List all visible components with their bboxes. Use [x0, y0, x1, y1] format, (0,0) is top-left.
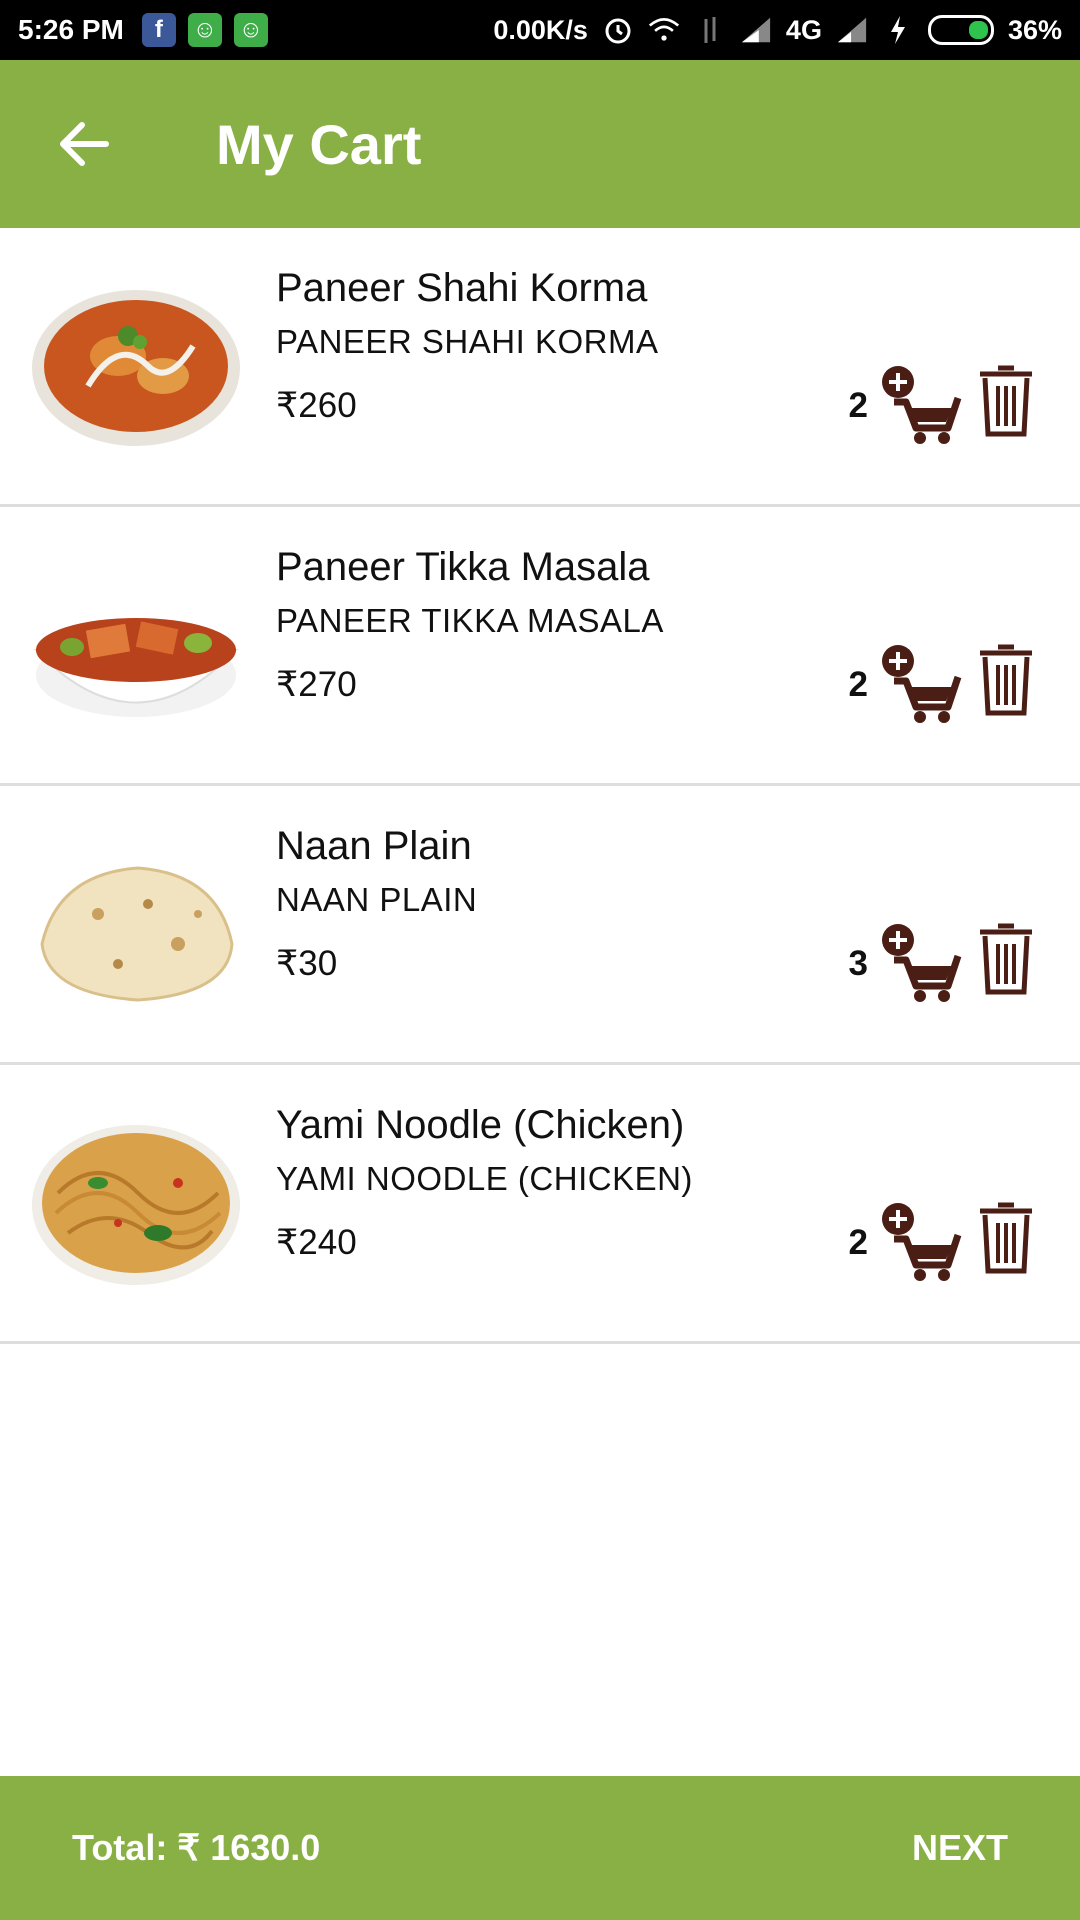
app-bar: My Cart	[0, 60, 1080, 228]
item-price: ₹260	[276, 386, 357, 425]
cart-plus-icon	[882, 924, 962, 1002]
status-bar: 5:26 PM f ☺ ☺ 0.00K/s 4G 36%	[0, 0, 1080, 60]
trash-icon	[980, 923, 1032, 995]
facebook-icon: f	[141, 13, 176, 47]
status-time: 5:26 PM	[18, 14, 124, 45]
add-to-cart-button[interactable]	[880, 1201, 964, 1283]
checkout-bar: Total: ₹ 1630.0 NEXT	[0, 1776, 1080, 1920]
wifi-icon	[648, 14, 680, 46]
battery-icon	[927, 15, 994, 45]
item-name: Naan Plain	[276, 824, 472, 868]
next-button[interactable]: NEXT	[912, 1827, 1008, 1869]
cart-plus-icon	[882, 366, 962, 444]
cart-item: Naan Plain NAAN PLAIN ₹30 3	[0, 786, 1080, 1065]
item-name: Yami Noodle (Chicken)	[276, 1103, 685, 1147]
delete-item-button[interactable]	[976, 364, 1036, 440]
network-speed: 0.00K/s	[493, 14, 588, 45]
cart-plus-icon	[882, 1203, 962, 1281]
yami-noodle-image	[28, 1113, 244, 1289]
network-type: 4G	[785, 14, 822, 45]
add-to-cart-button[interactable]	[880, 643, 964, 725]
add-to-cart-button[interactable]	[880, 922, 964, 1004]
app-bot-icon: ☺	[233, 13, 268, 47]
delete-item-button[interactable]	[976, 1201, 1036, 1277]
trash-icon	[980, 1202, 1032, 1274]
trash-icon	[980, 644, 1032, 716]
delete-item-button[interactable]	[976, 643, 1036, 719]
signal-icon	[836, 14, 868, 46]
alarm-icon	[602, 14, 634, 46]
item-quantity: 2	[848, 386, 868, 425]
delete-item-button[interactable]	[976, 922, 1036, 998]
item-subtitle: YAMI NOODLE (CHICKEN)	[276, 1160, 693, 1197]
signal-icon	[740, 14, 772, 46]
item-name: Paneer Shahi Korma	[276, 266, 648, 310]
back-button[interactable]	[24, 84, 144, 204]
status-right: 0.00K/s 4G 36%	[493, 14, 1062, 46]
item-price: ₹270	[276, 665, 357, 704]
app-bot-icon: ☺	[187, 13, 222, 47]
naan-plain-image	[28, 834, 244, 1010]
item-subtitle: NAAN PLAIN	[276, 881, 478, 918]
cart-item: Paneer Shahi Korma PANEER SHAHI KORMA ₹2…	[0, 228, 1080, 507]
arrow-left-icon	[60, 122, 109, 166]
paneer-tikka-masala-image	[28, 555, 244, 731]
item-quantity: 2	[848, 665, 868, 704]
cart-list: Paneer Shahi Korma PANEER SHAHI KORMA ₹2…	[0, 228, 1080, 1344]
item-quantity: 2	[848, 1223, 868, 1262]
battery-level: 36%	[1007, 14, 1062, 45]
item-price: ₹30	[276, 944, 338, 983]
cart-plus-icon	[882, 645, 962, 723]
item-price: ₹240	[276, 1223, 357, 1262]
trash-icon	[980, 365, 1032, 437]
item-subtitle: PANEER SHAHI KORMA	[276, 323, 659, 360]
item-subtitle: PANEER TIKKA MASALA	[276, 602, 664, 639]
cart-total: Total: ₹ 1630.0	[72, 1827, 321, 1868]
notification-icons: f ☺ ☺	[141, 13, 268, 47]
cart-item: Paneer Tikka Masala PANEER TIKKA MASALA …	[0, 507, 1080, 786]
charging-icon	[882, 14, 914, 46]
item-quantity: 3	[848, 944, 868, 983]
data-arrows-icon	[694, 14, 726, 46]
item-name: Paneer Tikka Masala	[276, 545, 650, 589]
add-to-cart-button[interactable]	[880, 364, 964, 446]
paneer-shahi-korma-image	[28, 276, 244, 452]
page-title: My Cart	[216, 112, 422, 176]
cart-item: Yami Noodle (Chicken) YAMI NOODLE (CHICK…	[0, 1065, 1080, 1344]
